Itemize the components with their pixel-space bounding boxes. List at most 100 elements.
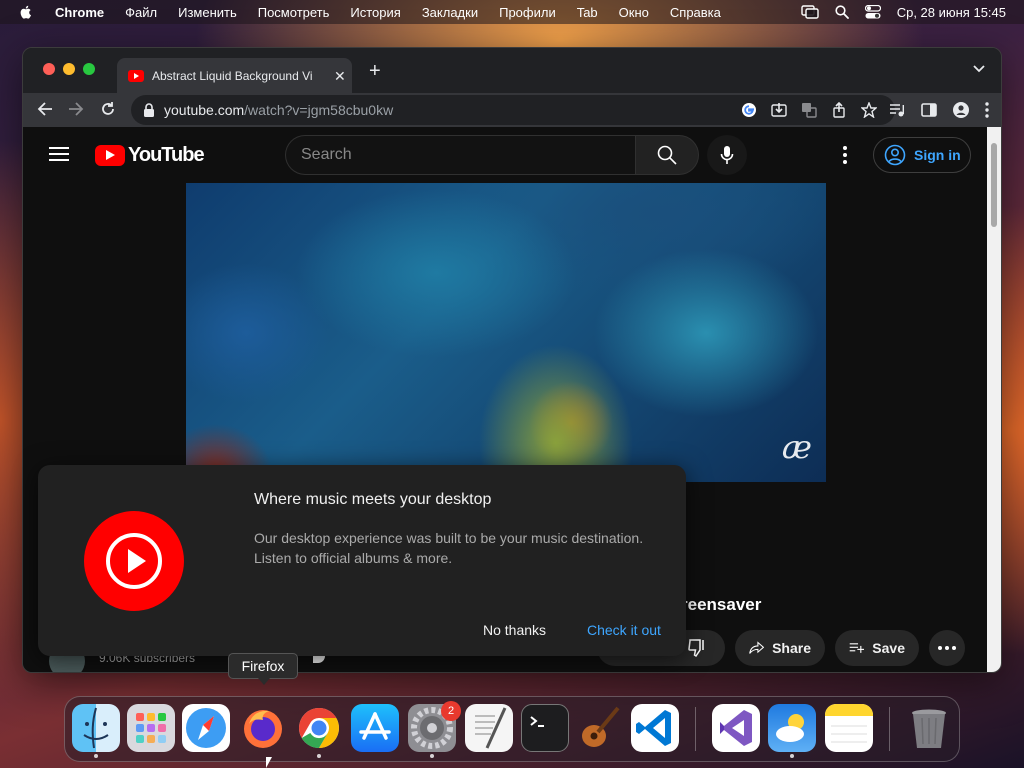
trash-icon[interactable]	[905, 704, 953, 752]
weather-icon[interactable]	[768, 704, 816, 752]
menu-help[interactable]: Справка	[670, 5, 721, 20]
youtube-favicon-icon	[128, 69, 144, 82]
visual-studio-icon[interactable]	[712, 704, 760, 752]
finder-face-icon	[83, 707, 109, 749]
youtube-play-logo-icon	[95, 145, 125, 166]
playlist-add-icon	[849, 643, 865, 653]
page-scrollbar[interactable]	[987, 127, 1001, 672]
screen-mirroring-icon[interactable]	[801, 5, 819, 19]
translate-icon[interactable]	[801, 102, 817, 118]
control-center-icon[interactable]	[864, 5, 881, 19]
music-play-ring	[106, 533, 162, 589]
notes-icon[interactable]	[825, 704, 873, 752]
google-lens-icon[interactable]	[741, 102, 757, 118]
scrollbar-thumb[interactable]	[991, 143, 997, 227]
no-thanks-button[interactable]: No thanks	[483, 622, 546, 638]
more-actions-button[interactable]	[929, 630, 965, 666]
share-arrow-icon	[749, 641, 765, 654]
search-button[interactable]	[635, 135, 699, 175]
mouse-cursor-icon	[266, 757, 272, 768]
window-minimize-button[interactable]	[63, 63, 75, 75]
video-player[interactable]: æ	[186, 183, 826, 482]
sun-cloud-icon	[776, 714, 804, 742]
menu-window[interactable]: Окно	[619, 5, 649, 20]
terminal-prompt-icon	[530, 716, 544, 727]
menu-history[interactable]: История	[350, 5, 400, 20]
reload-icon[interactable]	[100, 101, 116, 117]
safari-icon[interactable]	[182, 704, 230, 752]
app-store-icon[interactable]	[351, 704, 399, 752]
thumbs-down-icon	[688, 639, 704, 658]
safari-compass-icon	[186, 708, 226, 748]
launchpad-grid-icon	[136, 713, 166, 743]
menu-view[interactable]: Посмотреть	[258, 5, 330, 20]
more-dot	[952, 646, 956, 650]
share-icon[interactable]	[831, 102, 847, 118]
tab-title: Abstract Liquid Background Vi	[152, 68, 313, 83]
trash-can-icon	[912, 709, 946, 748]
textedit-icon[interactable]	[465, 704, 513, 752]
guitar-icon	[582, 706, 620, 747]
youtube-music-promo-dialog: Where music meets your desktop Our deskt…	[38, 465, 686, 656]
menu-app-chrome[interactable]: Chrome	[55, 5, 104, 20]
url-host: youtube.com	[164, 102, 245, 118]
spotlight-search-icon[interactable]	[835, 5, 849, 19]
finder-icon[interactable]	[72, 704, 120, 752]
garageband-icon[interactable]	[576, 704, 624, 752]
menu-bookmarks[interactable]: Закладки	[422, 5, 478, 20]
running-indicator	[790, 754, 794, 758]
sign-in-label: Sign in	[914, 147, 961, 163]
back-arrow-icon[interactable]	[37, 101, 53, 117]
search-input[interactable]	[286, 136, 635, 174]
tab-close-icon[interactable]: ✕	[334, 69, 346, 83]
new-tab-plus-icon[interactable]: +	[369, 61, 381, 81]
voice-search-button[interactable]	[707, 135, 747, 175]
notes-pad-icon	[825, 704, 873, 743]
more-dot	[843, 146, 847, 150]
address-bar[interactable]: youtube.com/watch?v=jgm58cbu0kw	[131, 95, 895, 125]
pen-paper-icon	[475, 707, 507, 749]
media-controls-icon[interactable]	[889, 102, 905, 118]
menubar-clock[interactable]: Ср, 28 июня 15:45	[897, 5, 1006, 20]
window-close-button[interactable]	[43, 63, 55, 75]
settings-more-button[interactable]	[835, 143, 855, 167]
vscode-icon[interactable]	[631, 704, 679, 752]
install-app-icon[interactable]	[771, 102, 787, 118]
bookmark-star-icon[interactable]	[861, 102, 877, 118]
apple-icon[interactable]	[18, 4, 34, 20]
menu-tab[interactable]: Tab	[577, 5, 598, 20]
terminal-icon[interactable]	[521, 704, 569, 752]
window-fullscreen-button[interactable]	[83, 63, 95, 75]
lock-icon[interactable]	[143, 103, 155, 117]
video-title: reensaver	[681, 595, 762, 614]
running-indicator	[430, 754, 434, 758]
chrome-app-icon[interactable]	[295, 704, 343, 752]
browser-tab-active[interactable]: Abstract Liquid Background Vi ✕	[117, 58, 352, 93]
tab-search-chevron-down-icon[interactable]	[973, 65, 985, 73]
side-panel-icon[interactable]	[921, 102, 937, 118]
menu-edit[interactable]: Изменить	[178, 5, 237, 20]
firefox-icon[interactable]	[239, 704, 287, 752]
search-field[interactable]	[285, 135, 635, 175]
sign-in-button[interactable]: Sign in	[873, 137, 971, 173]
menu-profiles[interactable]: Профили	[499, 5, 556, 20]
hamburger-menu-icon[interactable]	[49, 147, 69, 161]
promo-title: Where music meets your desktop	[254, 491, 492, 508]
url-path: /watch?v=jgm58cbu0kw	[244, 102, 394, 118]
profile-avatar-icon[interactable]	[953, 102, 969, 118]
forward-arrow-icon[interactable]	[68, 101, 84, 117]
visual-studio-logo-icon	[720, 710, 752, 746]
more-dot	[843, 153, 847, 157]
video-watermark: æ	[781, 428, 812, 466]
save-button[interactable]: Save	[835, 630, 919, 666]
vscode-logo-icon	[636, 710, 671, 746]
account-circle-icon	[884, 144, 906, 166]
menu-file[interactable]: Файл	[125, 5, 157, 20]
check-it-out-button[interactable]: Check it out	[587, 622, 661, 638]
youtube-logo[interactable]: YouTube	[95, 144, 205, 167]
macos-menu-bar: Chrome Файл Изменить Посмотреть История …	[0, 0, 1024, 24]
launchpad-icon[interactable]	[127, 704, 175, 752]
more-dot	[938, 646, 942, 650]
share-button[interactable]: Share	[735, 630, 825, 666]
chrome-menu-icon[interactable]	[985, 102, 989, 118]
